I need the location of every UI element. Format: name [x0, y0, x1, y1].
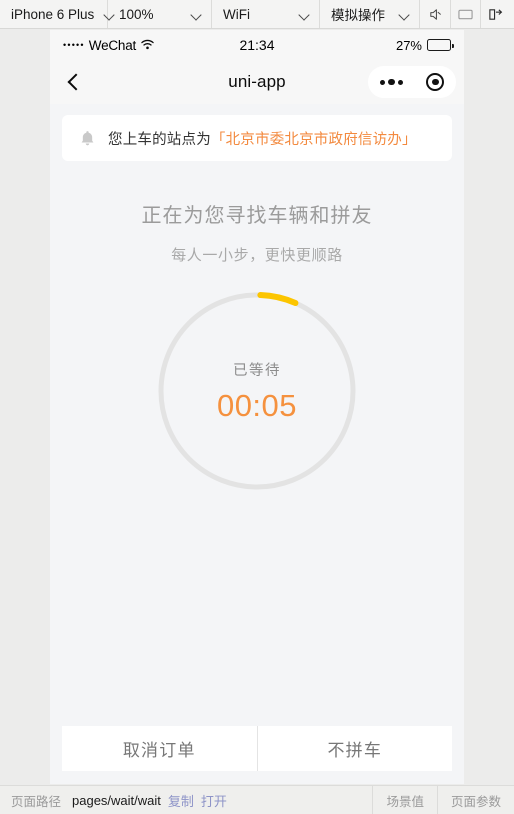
battery-icon [427, 39, 454, 51]
zoom-selector[interactable]: 100% [108, 0, 212, 28]
bell-icon [78, 129, 97, 148]
zoom-selector-label: 100% [119, 6, 154, 22]
close-miniprogram-button[interactable] [426, 73, 445, 91]
status-bar-clock: 21:34 [239, 37, 275, 53]
waited-label: 已等待 [233, 362, 281, 379]
no-carpool-button[interactable]: 不拼车 [256, 726, 453, 771]
notice-prefix: 您上车的站点为 [108, 131, 211, 148]
search-headline: 正在为您寻找车辆和拼友 [141, 205, 373, 227]
detach-panel-button[interactable] [480, 0, 510, 28]
device-selector[interactable]: iPhone 6 Plus [0, 0, 108, 28]
chevron-down-icon [191, 9, 202, 20]
page-path-label: 页面路径 [11, 794, 62, 809]
phone-nav-bar: uni-app [50, 60, 464, 104]
network-selector-label: WiFi [223, 6, 250, 22]
open-path-link[interactable]: 打开 [201, 791, 227, 810]
search-subline: 每人一小步，更快更顺路 [171, 247, 343, 264]
phone-status-bar: ••••• WeChat 21:34 27% [50, 30, 464, 60]
notice-text: 您上车的站点为「北京市委北京市政府信访办」 [108, 128, 417, 149]
wait-progress-ring: 已等待 00:05 [156, 290, 358, 492]
simulate-selector-label: 模拟操作 [331, 8, 385, 23]
cancel-order-button[interactable]: 取消订单 [62, 726, 257, 771]
ring-center-content: 已等待 00:05 [156, 290, 358, 492]
speaker-mute-icon [429, 8, 441, 20]
copy-path-link[interactable]: 复制 [168, 791, 194, 810]
page-path-value: pages/wait/wait [72, 792, 161, 808]
page-content: 您上车的站点为「北京市委北京市政府信访办」 正在为您寻找车辆和拼友 每人一小步，… [50, 115, 464, 784]
boarding-station-notice: 您上车的站点为「北京市委北京市政府信访办」 [62, 115, 452, 161]
device-selector-label: iPhone 6 Plus [11, 6, 95, 22]
devtools-icon-group [420, 0, 514, 28]
screen-icon [458, 9, 473, 19]
scene-value-button[interactable]: 场景值 [372, 786, 437, 814]
chevron-down-icon [299, 9, 310, 20]
page-params-button[interactable]: 页面参数 [436, 786, 514, 814]
simulate-selector[interactable]: 模拟操作 [320, 0, 420, 28]
waited-timer-value: 00:05 [216, 387, 298, 423]
network-selector[interactable]: WiFi [212, 0, 320, 28]
devtools-status-bar: 页面路径 pages/wait/wait 复制 打开 场景值 页面参数 [0, 785, 514, 814]
chevron-down-icon [399, 9, 410, 20]
mute-button[interactable] [420, 0, 450, 28]
notice-station-name: 「北京市委北京市政府信访办」 [210, 131, 417, 148]
more-menu-button[interactable] [379, 78, 404, 86]
chevron-down-icon [104, 9, 115, 20]
wechat-capsule [368, 66, 456, 98]
detach-panel-icon [489, 8, 503, 20]
screen-button[interactable] [450, 0, 480, 28]
action-button-bar: 取消订单 不拼车 [62, 726, 452, 771]
phone-simulator: ••••• WeChat 21:34 27% uni-app 您上车的站点为「北… [50, 30, 464, 784]
devtools-toolbar: iPhone 6 Plus 100% WiFi 模拟操作 [0, 0, 514, 29]
